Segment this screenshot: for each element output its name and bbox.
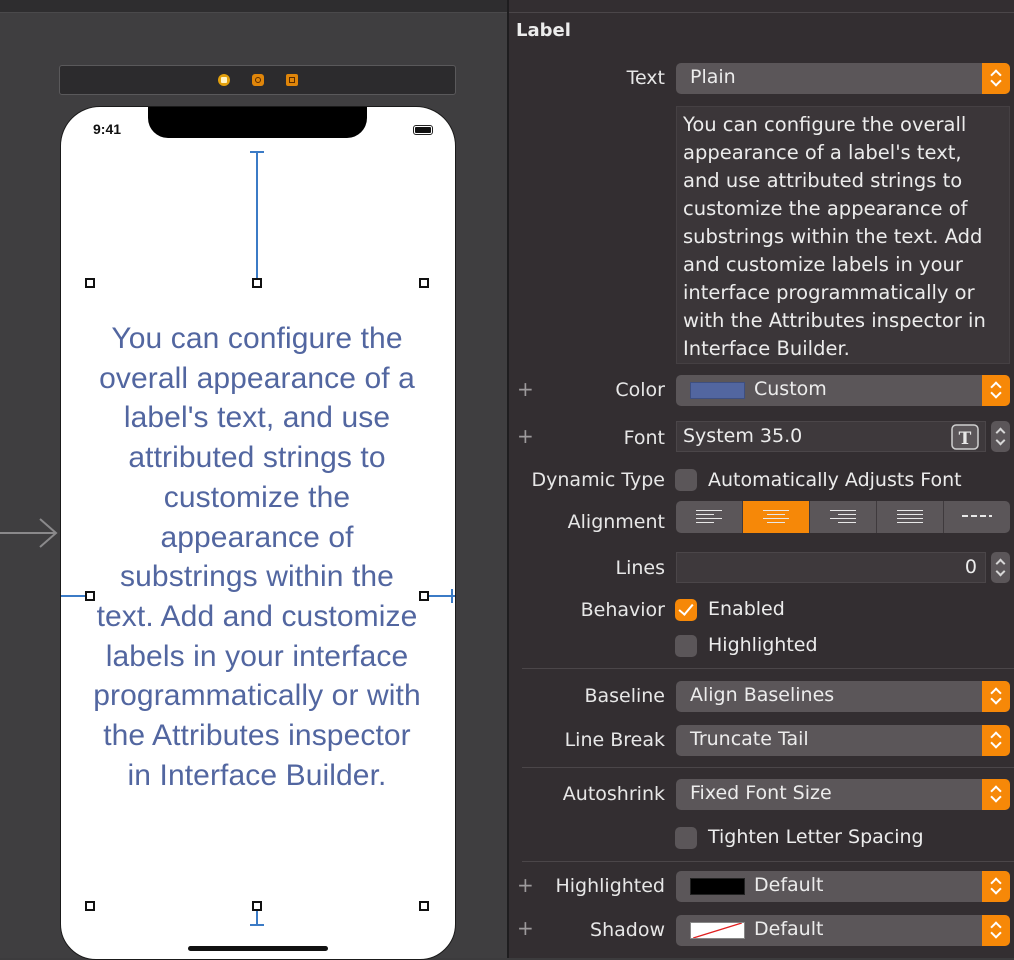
add-variation-font-icon[interactable]: + <box>517 424 534 448</box>
battery-icon <box>413 125 433 135</box>
font-label: Font <box>623 427 665 449</box>
lines-stepper[interactable] <box>991 552 1010 583</box>
align-left-icon <box>696 510 722 526</box>
entry-point-arrow-icon[interactable] <box>0 516 60 550</box>
align-right-icon <box>830 510 856 526</box>
exit-icon[interactable] <box>286 74 298 86</box>
color-value: Custom <box>754 378 827 400</box>
align-center-icon <box>763 510 789 526</box>
tighten-spacing-option[interactable]: Tighten Letter Spacing <box>708 826 924 848</box>
top-constraint-cap <box>250 151 264 153</box>
canvas-top-bar <box>0 0 507 13</box>
tighten-spacing-checkbox[interactable] <box>675 827 697 849</box>
align-justified-icon <box>897 510 923 526</box>
label-text-field[interactable]: You can configure the overall appearance… <box>676 106 1010 364</box>
color-popup[interactable]: Custom <box>676 375 1010 406</box>
leading-constraint[interactable] <box>61 595 85 597</box>
text-type-popup[interactable]: Plain <box>676 63 1010 94</box>
line-break-popup[interactable]: Truncate Tail <box>676 725 1010 756</box>
align-natural-button[interactable] <box>943 501 1010 533</box>
highlighted-checkbox[interactable] <box>675 635 697 657</box>
shadow-popup[interactable]: Default <box>676 915 1010 946</box>
align-justified-button[interactable] <box>876 501 943 533</box>
resize-handle-bottom-left[interactable] <box>85 901 95 911</box>
bottom-constraint-cap <box>250 924 264 926</box>
baseline-value: Align Baselines <box>690 684 835 706</box>
align-center-button[interactable] <box>742 501 809 533</box>
section-separator <box>522 668 1014 669</box>
behavior-label: Behavior <box>580 599 665 621</box>
chevron-updown-icon <box>982 779 1010 810</box>
storyboard-canvas[interactable]: 9:41 You can configure the overall appea… <box>0 0 507 960</box>
resize-handle-bottom-right[interactable] <box>419 901 429 911</box>
label-preview-text[interactable]: You can configure the overall appearance… <box>91 319 423 795</box>
text-label: Text <box>626 67 665 89</box>
resize-handle-top-right[interactable] <box>419 278 429 288</box>
lines-label: Lines <box>615 557 666 579</box>
iphone-device-frame: 9:41 You can configure the overall appea… <box>60 106 456 960</box>
font-size-stepper[interactable] <box>991 421 1010 452</box>
shadow-label: Shadow <box>590 919 665 941</box>
color-label: Color <box>615 379 665 401</box>
attributes-inspector: Label Text Plain You can configure the o… <box>509 0 1014 958</box>
chevron-updown-icon <box>982 871 1010 902</box>
add-variation-color-icon[interactable]: + <box>517 377 534 401</box>
lines-value: 0 <box>964 556 977 578</box>
inspector-top-divider <box>509 12 1014 13</box>
highlighted-color-popup[interactable]: Default <box>676 871 1010 902</box>
dynamic-type-label: Dynamic Type <box>531 469 665 491</box>
highlighted-color-label: Highlighted <box>555 875 665 897</box>
label-text-value: You can configure the overall appearance… <box>683 113 986 360</box>
alignment-segmented-control[interactable] <box>676 501 1010 533</box>
status-bar-time: 9:41 <box>93 121 122 137</box>
chevron-updown-icon <box>982 63 1010 94</box>
highlighted-color-swatch <box>690 878 745 895</box>
align-left-button[interactable] <box>676 501 742 533</box>
resize-handle-top[interactable] <box>252 278 262 288</box>
section-title: Label <box>516 20 571 41</box>
add-variation-highlighted-icon[interactable]: + <box>517 873 534 897</box>
section-separator <box>522 861 1014 862</box>
line-break-label: Line Break <box>564 729 665 751</box>
font-field[interactable]: System 35.0 T <box>676 421 986 452</box>
trailing-constraint-cap <box>451 589 453 603</box>
device-notch <box>148 107 367 138</box>
shadow-value: Default <box>754 918 824 940</box>
resize-handle-top-left[interactable] <box>85 278 95 288</box>
home-indicator <box>188 946 328 951</box>
align-right-button[interactable] <box>809 501 876 533</box>
view-controller-icon[interactable] <box>218 74 230 86</box>
line-break-value: Truncate Tail <box>690 728 809 750</box>
resize-handle-bottom[interactable] <box>252 901 262 911</box>
baseline-popup[interactable]: Align Baselines <box>676 681 1010 712</box>
chevron-updown-icon <box>982 725 1010 756</box>
svg-text:T: T <box>959 429 972 449</box>
enabled-checkbox[interactable] <box>675 599 697 621</box>
chevron-updown-icon <box>982 681 1010 712</box>
top-constraint[interactable] <box>256 152 258 283</box>
add-variation-shadow-icon[interactable]: + <box>517 916 534 940</box>
baseline-label: Baseline <box>584 685 665 707</box>
highlighted-color-value: Default <box>754 874 824 896</box>
color-swatch <box>690 382 745 399</box>
autoshrink-popup[interactable]: Fixed Font Size <box>676 779 1010 810</box>
lines-field[interactable]: 0 <box>676 552 986 583</box>
alignment-label: Alignment <box>567 511 665 533</box>
highlighted-option[interactable]: Highlighted <box>708 634 818 656</box>
align-natural-icon <box>962 515 992 517</box>
chevron-updown-icon <box>982 915 1010 946</box>
autoshrink-label: Autoshrink <box>562 783 665 805</box>
enabled-option[interactable]: Enabled <box>708 598 785 620</box>
section-separator <box>522 767 1014 768</box>
chevron-updown-icon <box>982 375 1010 406</box>
dynamic-type-checkbox[interactable] <box>675 469 697 491</box>
dynamic-type-option[interactable]: Automatically Adjusts Font <box>708 469 962 491</box>
text-type-value: Plain <box>690 66 736 88</box>
font-picker-icon[interactable]: T <box>951 424 979 450</box>
first-responder-icon[interactable] <box>252 74 264 86</box>
autoshrink-value: Fixed Font Size <box>690 782 832 804</box>
font-value: System 35.0 <box>683 425 803 447</box>
no-color-swatch <box>690 922 745 939</box>
scene-dock[interactable] <box>59 65 456 95</box>
